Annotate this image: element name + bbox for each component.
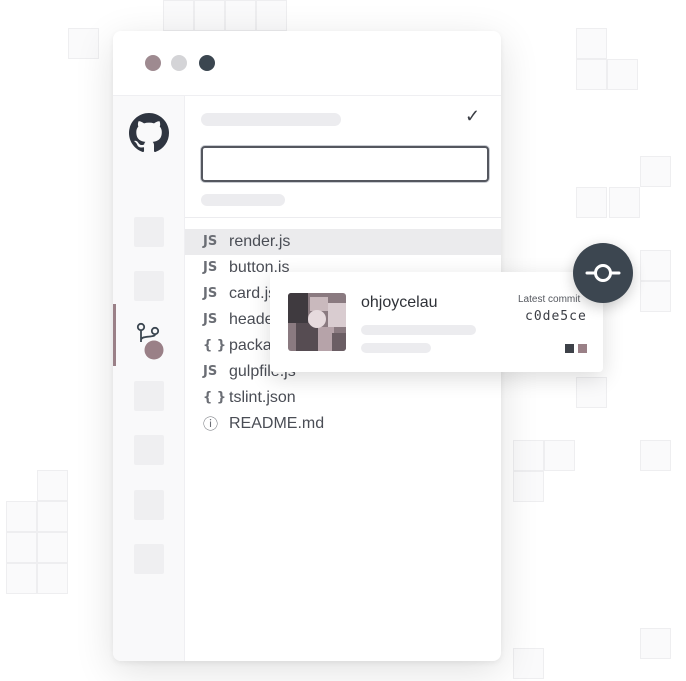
detail-placeholder-2	[361, 343, 431, 353]
color-swatch	[578, 344, 587, 353]
titlebar	[113, 31, 501, 96]
check-icon[interactable]: ✓	[465, 106, 480, 127]
js-icon: JS	[203, 260, 218, 275]
close-dot[interactable]	[145, 55, 161, 71]
js-icon: JS	[203, 364, 218, 379]
detail-placeholder-1	[361, 325, 476, 335]
sidebar-active-indicator	[113, 304, 116, 366]
commit-icon	[585, 264, 621, 282]
file-name: render.js	[229, 233, 291, 250]
minimize-dot[interactable]	[171, 55, 187, 71]
file-name: README.md	[229, 415, 325, 432]
file-row[interactable]: ⓘ README.md	[185, 411, 501, 437]
header-placeholder	[201, 113, 341, 126]
username[interactable]: ohjoycelau	[361, 294, 438, 312]
latest-commit-label: Latest commit	[518, 294, 581, 305]
commit-hash[interactable]: c0de5ce	[525, 309, 587, 324]
sidebar-placeholder-4[interactable]	[134, 435, 164, 465]
commit-button[interactable]	[573, 243, 633, 303]
subheader-placeholder	[201, 194, 285, 206]
js-icon: JS	[203, 286, 218, 301]
json-icon: { }	[203, 338, 227, 353]
js-icon: JS	[203, 312, 218, 327]
file-name: tslint.json	[229, 389, 296, 406]
branch-icon[interactable]	[135, 322, 169, 360]
file-row[interactable]: JS render.js	[185, 229, 501, 255]
sidebar-placeholder-5[interactable]	[134, 490, 164, 520]
search-input[interactable]	[201, 146, 489, 182]
sidebar-placeholder-6[interactable]	[134, 544, 164, 574]
sidebar	[113, 96, 185, 661]
info-icon: ⓘ	[203, 415, 219, 433]
main-panel: ✓ JS render.js JS button.js JS card.js J…	[185, 96, 501, 661]
commit-popup: ohjoycelau Latest commit c0de5ce	[270, 272, 603, 372]
file-row[interactable]: { } tslint.json	[185, 385, 501, 411]
divider	[185, 217, 501, 218]
sidebar-placeholder-2[interactable]	[134, 271, 164, 301]
avatar	[288, 293, 346, 351]
json-icon: { }	[203, 390, 227, 405]
github-mark-icon[interactable]	[129, 113, 169, 153]
js-icon: JS	[203, 234, 218, 249]
maximize-dot[interactable]	[199, 55, 215, 71]
sidebar-placeholder-1[interactable]	[134, 217, 164, 247]
color-swatch	[565, 344, 574, 353]
sidebar-placeholder-3[interactable]	[134, 381, 164, 411]
